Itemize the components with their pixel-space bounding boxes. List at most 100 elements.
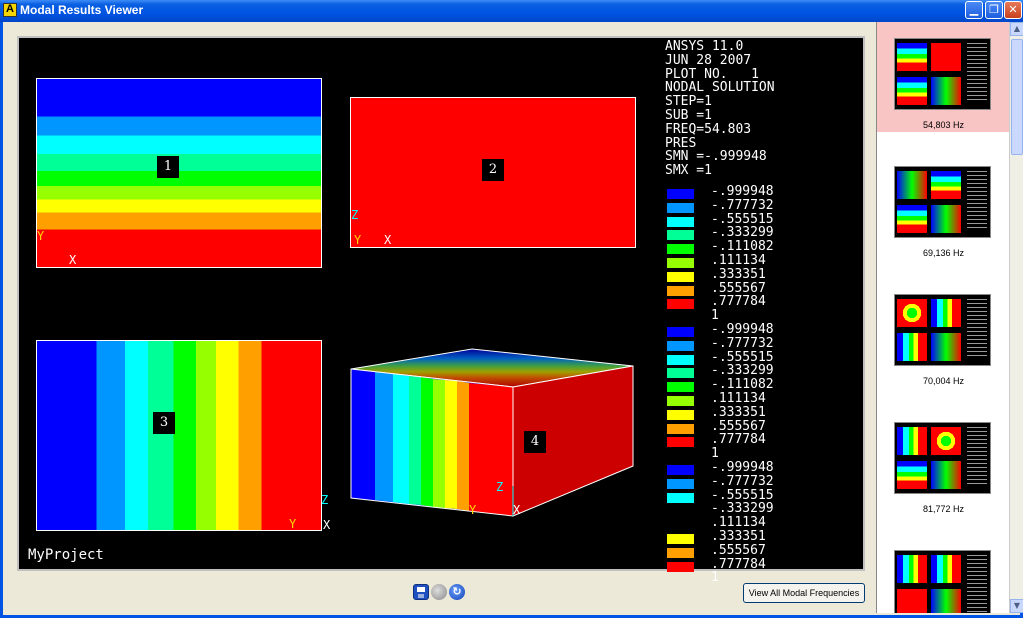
close-icon[interactable]: ✕ bbox=[1004, 1, 1022, 19]
legend-value: .777784 bbox=[711, 556, 766, 572]
legend-value: -.111082 bbox=[711, 239, 774, 255]
quadrant-1-label: 1 bbox=[157, 156, 179, 178]
thumbnail-plot bbox=[897, 299, 927, 327]
window-title: Modal Results Viewer bbox=[20, 3, 144, 17]
thumbnail-plot bbox=[931, 299, 961, 327]
axis-x-label: X bbox=[69, 253, 77, 267]
legend-group-2: -.999948 -.777732 -.555515 -.333299 -.111082… bbox=[665, 322, 855, 463]
thumbnail-plot bbox=[897, 205, 927, 233]
frequency-thumbnail-item[interactable]: 54,803 Hz bbox=[877, 22, 1009, 132]
info-line: FREQ=54.803 bbox=[665, 121, 752, 137]
info-line: NODAL SOLUTION bbox=[665, 80, 775, 96]
refresh-icon[interactable]: ↻ bbox=[449, 584, 465, 600]
thumbnail-plot bbox=[931, 43, 961, 71]
legend-swatch bbox=[667, 354, 694, 365]
frequency-label: 69,136 Hz bbox=[922, 248, 965, 258]
legend-swatch bbox=[667, 257, 694, 268]
frequency-thumbnail-image[interactable] bbox=[894, 38, 991, 110]
view-all-frequencies-button[interactable]: View All Modal Frequencies bbox=[743, 583, 865, 603]
legend-row: .777784 bbox=[665, 294, 855, 311]
legend-value: -.333299 bbox=[711, 363, 774, 379]
legend-value: .555567 bbox=[711, 280, 766, 296]
info-line: STEP=1 bbox=[665, 94, 712, 110]
plot-info-block: ANSYS 11.0 JUN 28 2007 PLOT NO. 1 NODAL SOL… bbox=[665, 40, 775, 178]
legend-value: -.555515 bbox=[711, 211, 774, 227]
legend-swatch bbox=[667, 478, 694, 489]
quadrant-4-plot bbox=[350, 348, 634, 517]
scroll-up-icon[interactable]: ▲ bbox=[1010, 22, 1023, 36]
axis-y-label: Y bbox=[354, 233, 362, 247]
scroll-thumb[interactable] bbox=[1011, 39, 1023, 155]
quadrant-3-plot: 3 Y bbox=[36, 340, 322, 531]
legend-value: .555567 bbox=[711, 542, 766, 558]
frequency-thumbnail-image[interactable] bbox=[894, 550, 991, 613]
frequency-thumbnail-image[interactable] bbox=[894, 294, 991, 366]
app-icon-letter: A bbox=[6, 3, 14, 15]
legend-value: -.999948 bbox=[711, 322, 774, 337]
legend-value: -.777732 bbox=[711, 197, 774, 213]
save-icon[interactable] bbox=[413, 584, 429, 600]
axis-y-label: Y bbox=[37, 229, 45, 243]
legend-value: .111134 bbox=[711, 252, 766, 268]
legend-swatch bbox=[667, 533, 694, 544]
legend-swatch bbox=[667, 492, 694, 503]
quadrant-2-label: 2 bbox=[482, 159, 504, 181]
thumbnail-legend bbox=[967, 427, 987, 487]
info-line: SUB =1 bbox=[665, 107, 712, 123]
thumbnail-plot bbox=[897, 43, 927, 71]
axis-y-label: Y bbox=[289, 517, 297, 531]
legend-value: .777784 bbox=[711, 294, 766, 310]
legend-swatch bbox=[667, 340, 694, 351]
legend-swatch bbox=[667, 368, 694, 379]
frequency-thumbnail-item[interactable]: 70,004 Hz bbox=[877, 278, 1009, 388]
scroll-down-icon[interactable]: ▼ bbox=[1010, 599, 1023, 613]
legend-value: 1 bbox=[711, 570, 719, 586]
frequency-thumbnail-image[interactable] bbox=[894, 166, 991, 238]
project-label: MyProject bbox=[28, 547, 104, 563]
thumbnail-legend bbox=[967, 43, 987, 103]
thumbnail-plot bbox=[897, 171, 927, 199]
legend-value: -.333299 bbox=[711, 225, 774, 241]
legend-row: .777784 bbox=[665, 556, 855, 574]
modal-results-window: A Modal Results Viewer ▁ ❐ ✕ 1 Y X 2 Z Y… bbox=[0, 0, 1023, 618]
frequency-thumbnail-item[interactable]: 69,136 Hz bbox=[877, 150, 1009, 260]
info-line: SMX =1 bbox=[665, 163, 712, 179]
legend-value: 1 bbox=[711, 446, 719, 462]
title-bar[interactable]: A Modal Results Viewer ▁ ❐ ✕ bbox=[0, 0, 1023, 22]
axis-z-label-4: Z bbox=[496, 480, 504, 494]
maximize-icon[interactable]: ❐ bbox=[985, 1, 1003, 19]
frequency-thumbnail-list[interactable]: 54,803 Hz 69,136 Hz 70,004 Hz 81,772 Hz bbox=[876, 22, 1009, 613]
thumbnail-plot bbox=[897, 589, 927, 613]
sidebar-scrollbar[interactable]: ▲ ▼ bbox=[1009, 22, 1023, 613]
frequency-thumbnail-item[interactable] bbox=[877, 534, 1009, 613]
frequency-thumbnail-image[interactable] bbox=[894, 422, 991, 494]
thumbnail-legend bbox=[967, 299, 987, 359]
thumbnail-plot bbox=[931, 555, 961, 583]
legend-row: .777784 bbox=[665, 432, 855, 449]
legend-value: .111134 bbox=[711, 390, 766, 406]
info-line: JUN 28 2007 bbox=[665, 52, 752, 68]
info-line: PLOT NO. 1 bbox=[665, 66, 759, 82]
legend-value: -.777732 bbox=[711, 473, 774, 489]
plot-frame: 1 Y X 2 Z Y X 3 Y Z X 4 Z Y X ANSYS 11.0… bbox=[17, 36, 865, 585]
minimize-icon[interactable]: ▁ bbox=[965, 1, 983, 19]
legend-value: -.999948 bbox=[711, 460, 774, 475]
quadrant-3-label: 3 bbox=[153, 412, 175, 434]
thumbnail-plot bbox=[931, 427, 961, 455]
frequency-thumbnail-item[interactable]: 81,772 Hz bbox=[877, 406, 1009, 516]
thumbnail-plot bbox=[931, 171, 961, 199]
legend-value: .333351 bbox=[711, 404, 766, 420]
legend-swatch bbox=[667, 437, 694, 448]
legend-value: .777784 bbox=[711, 432, 766, 448]
legend-value: -.111082 bbox=[711, 377, 774, 393]
legend-swatch bbox=[667, 327, 694, 337]
axis-y-label-4: Y bbox=[469, 503, 477, 517]
record-icon[interactable] bbox=[431, 584, 447, 600]
thumbnail-plot bbox=[931, 333, 961, 361]
legend-value: .333351 bbox=[711, 528, 766, 544]
frequency-label: 54,803 Hz bbox=[922, 120, 965, 130]
thumbnail-plot bbox=[931, 589, 961, 613]
axis-x-label: X bbox=[384, 233, 392, 247]
legend-swatch bbox=[667, 465, 694, 475]
thumbnail-plot bbox=[897, 555, 927, 583]
